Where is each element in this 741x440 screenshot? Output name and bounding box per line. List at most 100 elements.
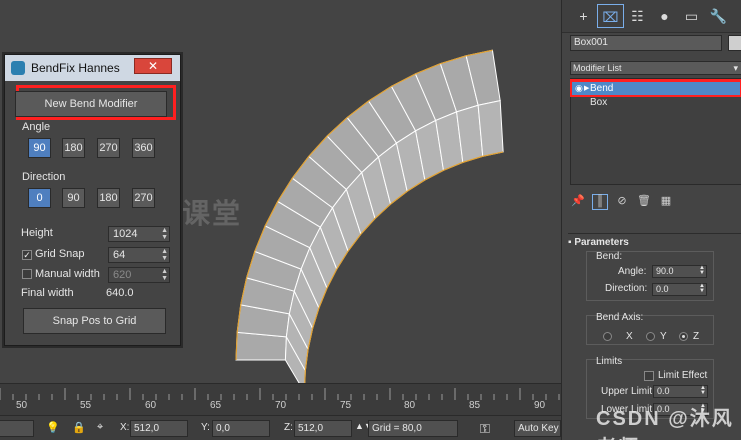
tab-utilities[interactable]: 🔧 <box>705 4 732 28</box>
grid-snap-spinner[interactable]: 64 ▲ ▼ <box>108 247 170 263</box>
z-coord-label: Z: <box>284 422 293 433</box>
axis-z-radio[interactable] <box>679 332 688 341</box>
pin-stack-icon[interactable]: 📌 <box>570 194 586 210</box>
auto-key-button[interactable]: Auto Key <box>514 420 561 437</box>
spinner-arrows-icon[interactable]: ▲▼ <box>700 385 706 396</box>
direction-180-button[interactable]: 180 <box>97 188 120 208</box>
angle-360-button[interactable]: 360 <box>132 138 155 158</box>
x-coord-field[interactable]: 512,0 <box>130 420 188 437</box>
tick-label: 80 <box>404 400 416 411</box>
parameters-rollout-header[interactable]: ▪ Parameters <box>568 237 629 248</box>
spinner-arrows-icon[interactable]: ▲▼ <box>161 268 168 282</box>
bendfix-dialog: BendFix Hannes ✕ New Bend Modifier Angle… <box>4 54 181 346</box>
grid-snap-label: Grid Snap <box>35 248 85 260</box>
tick-label: 55 <box>80 400 92 411</box>
modifier-list-dropdown[interactable]: Modifier List ▾ <box>570 61 741 75</box>
axis-y-label: Y <box>660 331 667 342</box>
eye-icon[interactable]: ◉ <box>575 82 583 95</box>
angle-90-button[interactable]: 90 <box>28 138 51 158</box>
direction-0-button[interactable]: 0 <box>28 188 51 208</box>
axis-y-radio[interactable] <box>646 332 655 341</box>
stack-item-bend-label: Bend <box>590 83 614 94</box>
new-bend-modifier-button[interactable]: New Bend Modifier <box>15 91 167 117</box>
key-icon[interactable]: ⚿ <box>480 421 490 437</box>
watermark-corner: CSDN @沐风老师 <box>596 408 734 440</box>
isolate-bulb-icon[interactable]: 💡 <box>46 421 60 434</box>
remove-modifier-icon[interactable]: 🗑 <box>636 194 652 210</box>
status-prompt-field[interactable] <box>0 420 34 437</box>
angle-label: Angle <box>22 121 51 133</box>
tick-label: 50 <box>16 400 28 411</box>
tab-modify[interactable]: ⌧ <box>597 4 624 28</box>
y-coord-field[interactable]: 0,0 <box>212 420 270 437</box>
spinner-arrows-icon[interactable]: ▲▼ <box>699 283 705 294</box>
bend-group-label: Bend: <box>596 251 623 262</box>
tab-create[interactable]: + <box>570 4 597 28</box>
show-end-result-icon[interactable]: ║ <box>592 194 608 210</box>
modifier-stack: ◉ ▶ Bend Box <box>570 78 741 185</box>
app-icon <box>11 61 25 75</box>
lock-icon[interactable]: 🔒 <box>72 421 86 434</box>
grid-snap-value: 64 <box>113 249 126 261</box>
direction-label: Direction <box>22 171 66 183</box>
modifier-list-label: Modifier List <box>573 63 622 73</box>
expand-triangle-icon[interactable]: ▶ <box>584 82 589 95</box>
direction-270-button[interactable]: 270 <box>132 188 155 208</box>
direction-param-spinner[interactable]: 0.0 ▲ ▼ <box>652 283 707 296</box>
stack-item-bend[interactable]: ◉ ▶ Bend <box>572 82 740 95</box>
configure-sets-icon[interactable]: ▦ <box>658 194 674 210</box>
upper-limit-spinner[interactable]: 0.0 ▲ ▼ <box>653 385 708 398</box>
tab-motion[interactable]: ● <box>651 4 678 28</box>
absolute-mode-icon[interactable]: ⌖ <box>97 421 103 434</box>
manual-width-spinner[interactable]: 620 ▲ ▼ <box>108 267 170 283</box>
limits-label: Limits <box>596 356 623 367</box>
tick-label: 90 <box>534 400 546 411</box>
tick-label: 65 <box>210 400 222 411</box>
dialog-title: BendFix Hannes <box>31 61 120 75</box>
close-button[interactable]: ✕ <box>134 58 172 74</box>
chevron-down-icon: ▾ <box>733 63 738 73</box>
spinner-arrows-icon[interactable]: ▲▼ <box>161 227 168 241</box>
ruler-ticks <box>0 388 560 400</box>
limit-effect-checkbox[interactable] <box>644 371 654 381</box>
z-coord-field[interactable]: 512,0 <box>294 420 352 437</box>
angle-param-value: 90.0 <box>656 266 674 276</box>
direction-param-label: Direction: <box>605 283 648 294</box>
object-color-swatch[interactable] <box>728 35 741 51</box>
axis-x-label: X <box>626 331 633 342</box>
timeline-ruler[interactable]: 50 55 60 65 70 75 80 85 90 <box>0 383 561 415</box>
dialog-titlebar[interactable]: BendFix Hannes ✕ <box>5 55 180 81</box>
stack-item-box[interactable]: Box <box>572 96 740 109</box>
tick-label: 85 <box>469 400 481 411</box>
grid-snap-checkbox[interactable]: ✓ <box>22 250 32 260</box>
tick-label: 70 <box>275 400 287 411</box>
tab-display[interactable]: ▭ <box>678 4 705 28</box>
mesh-face <box>477 99 504 157</box>
make-unique-icon[interactable]: ⊘ <box>614 194 630 210</box>
manual-width-label: Manual width <box>35 268 100 280</box>
tab-hierarchy[interactable]: ☷ <box>624 4 651 28</box>
height-value: 1024 <box>113 228 138 240</box>
angle-180-button[interactable]: 180 <box>62 138 85 158</box>
angle-param-spinner[interactable]: 90.0 ▲ ▼ <box>652 265 707 278</box>
tick-label: 75 <box>340 400 352 411</box>
direction-90-button[interactable]: 90 <box>62 188 85 208</box>
object-name-field[interactable]: Box001 <box>570 35 722 51</box>
final-width-value: 640.0 <box>106 287 134 299</box>
final-width-label: Final width <box>21 287 74 299</box>
axis-x-radio[interactable] <box>603 332 612 341</box>
angle-param-label: Angle: <box>618 266 647 277</box>
angle-270-button[interactable]: 270 <box>97 138 120 158</box>
manual-width-checkbox[interactable] <box>22 269 32 279</box>
parameters-title: Parameters <box>574 237 629 248</box>
height-spinner[interactable]: 1024 ▲ ▼ <box>108 226 170 242</box>
axis-z-label: Z <box>693 331 700 342</box>
spinner-arrows-icon[interactable]: ▲▼ <box>161 248 168 262</box>
command-panel-tabs: + ⌧ ☷ ● ▭ 🔧 <box>562 0 741 33</box>
tick-label: 60 <box>145 400 157 411</box>
command-panel: + ⌧ ☷ ● ▭ 🔧 Box001 Modifier List ▾ ◉ ▶ B… <box>561 0 741 440</box>
spinner-arrows-icon[interactable]: ▲▼ <box>699 265 705 276</box>
x-coord-label: X: <box>120 422 130 433</box>
bend-axis-label: Bend Axis: <box>596 312 644 323</box>
snap-pos-to-grid-button[interactable]: Snap Pos to Grid <box>23 308 166 334</box>
